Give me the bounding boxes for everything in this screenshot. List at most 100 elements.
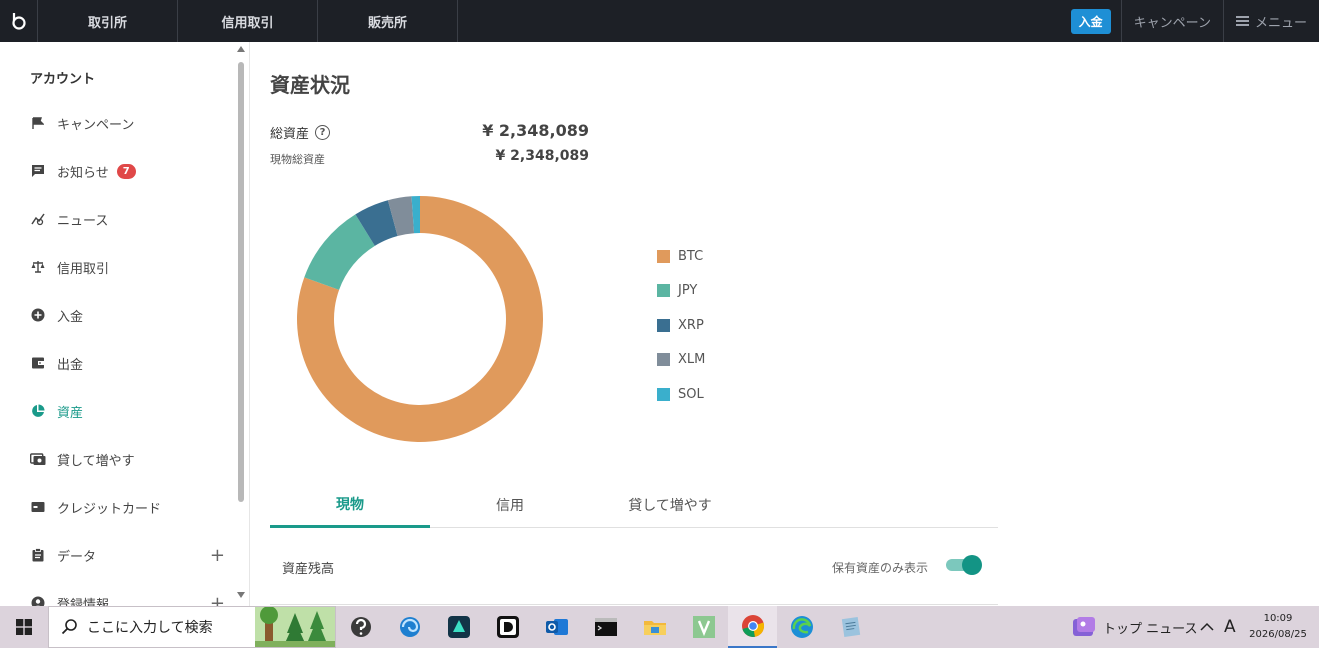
legend-label: JPY [678, 283, 698, 298]
sidebar-item-label: お知らせ [57, 165, 109, 181]
sidebar: アカウント キャンペーン お知らせ 7 ニュース 信用取引 入金 出金 資産 貸… [0, 42, 250, 606]
notepad-app-icon[interactable] [826, 606, 875, 648]
sidebar-item-campaign[interactable]: キャンペーン [30, 111, 225, 135]
page-title: 資産状況 [270, 73, 350, 97]
flag-icon [30, 115, 46, 131]
sidebar-item-assets[interactable]: 資産 [30, 399, 225, 423]
spot-assets-label: 現物総資産 [270, 153, 325, 166]
plus-circle-icon [30, 307, 46, 323]
clock-time: 10:09 [1263, 613, 1293, 624]
legend-item-btc: BTC [657, 246, 705, 266]
bitbank-logo-icon[interactable] [0, 0, 38, 42]
nav-tab-broker[interactable]: 販売所 [318, 0, 458, 42]
sidebar-item-lending[interactable]: 貸して増やす [30, 447, 225, 471]
news-label: トップ ニュース [1103, 621, 1198, 637]
hamburger-icon [1235, 14, 1249, 28]
scale-icon [30, 259, 46, 275]
file-explorer-icon[interactable] [630, 606, 679, 648]
legend-label: SOL [678, 386, 704, 402]
scroll-down-arrow-icon[interactable] [237, 592, 245, 598]
sidebar-scrollbar[interactable] [236, 44, 246, 600]
legend-label: XRP [678, 317, 704, 333]
legend-swatch [657, 353, 670, 366]
outlook-icon[interactable] [532, 606, 581, 648]
sidebar-item-label: 登録情報 [57, 597, 110, 607]
legend-swatch [657, 387, 670, 401]
holdings-only-toggle[interactable] [946, 555, 982, 575]
sidebar-item-credit-card[interactable]: クレジットカード [30, 495, 225, 519]
sidebar-item-label: キャンペーン [57, 117, 135, 133]
menu-button[interactable]: メニュー [1222, 0, 1319, 42]
news-widget-icon [1073, 617, 1095, 636]
chart-legend: BTC JPY XRP XLM SOL [657, 246, 705, 419]
chevron-up-icon[interactable] [1200, 622, 1214, 632]
d-app-icon[interactable] [483, 606, 532, 648]
clock-date: 2026/08/25 [1249, 629, 1307, 640]
total-assets-value: ¥ 2,348,089 [482, 121, 589, 140]
clipboard-icon [30, 547, 46, 563]
system-tray: A [1200, 606, 1236, 648]
user-circle-icon [30, 595, 46, 606]
sidebar-item-label: ニュース [57, 213, 109, 229]
sidebar-item-margin[interactable]: 信用取引 [30, 255, 225, 279]
scroll-up-arrow-icon[interactable] [237, 46, 245, 52]
nav-tab-exchange[interactable]: 取引所 [38, 0, 178, 42]
sidebar-item-registration[interactable]: 登録情報 + [30, 591, 225, 606]
campaign-link[interactable]: キャンペーン [1120, 0, 1223, 42]
holdings-only-label: 保有資産のみ表示 [832, 561, 929, 575]
chart-news-icon [30, 211, 46, 227]
taskbar-news-widget[interactable]: トップ ニュース [1072, 606, 1197, 648]
legend-swatch [657, 249, 670, 263]
toggle-knob [962, 555, 982, 575]
windows-taskbar: ここに入力して検索 トップ ニュース A 10:09 2026/08/25 [0, 606, 1319, 648]
legend-label: BTC [678, 248, 704, 264]
search-highlight-trees-icon [255, 607, 335, 647]
swirl-app-icon[interactable] [385, 606, 434, 648]
vim-app-icon[interactable] [679, 606, 728, 648]
legend-item-sol: SOL [657, 384, 705, 404]
expand-plus-icon[interactable]: + [210, 545, 225, 566]
top-navbar: 取引所 信用取引 販売所 入金 キャンペーン メニュー [0, 0, 1319, 42]
deposit-button[interactable]: 入金 [1070, 8, 1111, 34]
sidebar-item-label: 出金 [57, 357, 84, 373]
edge-icon[interactable] [777, 606, 826, 648]
legend-item-xlm: XLM [657, 350, 705, 370]
taskbar-clock[interactable]: 10:09 2026/08/25 [1246, 611, 1310, 643]
pie-chart-icon [30, 403, 46, 419]
message-icon [30, 163, 46, 179]
chrome-icon[interactable] [728, 606, 777, 648]
filmora-app-icon[interactable] [434, 606, 483, 648]
taskbar-search-box[interactable]: ここに入力して検索 [48, 606, 336, 648]
credit-card-icon [30, 499, 46, 515]
sidebar-item-data[interactable]: データ + [30, 543, 225, 567]
terminal-icon[interactable] [581, 606, 630, 648]
sidebar-item-label: 入金 [57, 309, 84, 325]
table-divider [270, 604, 998, 605]
sidebar-item-label: 資産 [57, 405, 84, 421]
search-placeholder: ここに入力して検索 [87, 620, 213, 636]
sidebar-item-deposit[interactable]: 入金 [30, 303, 225, 327]
nav-tab-margin[interactable]: 信用取引 [178, 0, 318, 42]
legend-item-xrp: XRP [657, 315, 705, 335]
expand-plus-icon[interactable]: + [210, 593, 225, 606]
help-chat-app-icon[interactable] [336, 606, 385, 648]
ime-indicator[interactable]: A [1224, 617, 1236, 637]
scrollbar-thumb[interactable] [238, 62, 244, 502]
tab-margin[interactable]: 信用 [430, 482, 590, 528]
sidebar-item-news[interactable]: ニュース [30, 207, 225, 231]
wallet-icon [30, 355, 46, 371]
asset-tabs: 現物 信用 貸して増やす [270, 482, 998, 528]
tab-spot[interactable]: 現物 [270, 482, 430, 528]
balance-label: 資産残高 [282, 562, 335, 577]
search-icon [61, 619, 77, 635]
sidebar-item-withdraw[interactable]: 出金 [30, 351, 225, 375]
sidebar-item-notices[interactable]: お知らせ 7 [30, 159, 225, 183]
windows-start-icon[interactable] [0, 606, 48, 648]
sidebar-item-label: データ [57, 549, 97, 565]
tab-lending[interactable]: 貸して増やす [590, 482, 750, 528]
sidebar-item-label: 貸して増やす [57, 453, 135, 469]
sidebar-header: アカウント [30, 72, 96, 87]
legend-swatch [657, 284, 670, 297]
help-icon[interactable]: ? [315, 125, 331, 140]
legend-item-jpy: JPY [657, 281, 705, 301]
